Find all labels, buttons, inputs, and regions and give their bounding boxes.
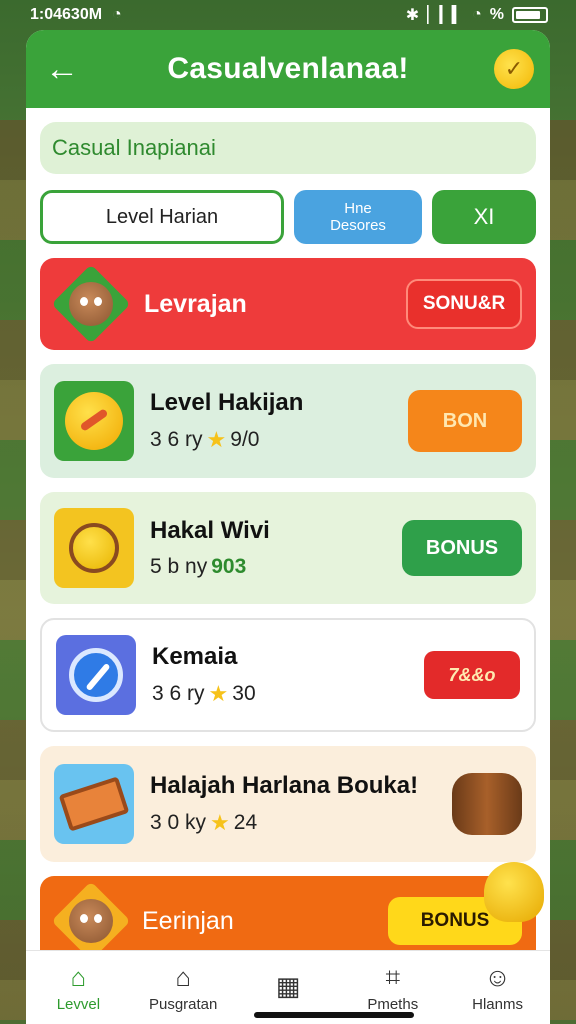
row-sub-prefix: 3 6 ry: [150, 428, 203, 451]
person-icon: ☺: [484, 962, 511, 992]
avatar-icon: [51, 881, 131, 961]
row-title: Kemaia: [152, 643, 238, 670]
status-bar: 1:04630M ◔ ✱ ▏▎▍ ◔ %: [0, 0, 576, 30]
row-subtitle: 3 6 ry ★ 30: [152, 681, 424, 707]
back-arrow-icon[interactable]: ←: [42, 50, 82, 89]
subtitle-banner: Casual Inapianai: [40, 122, 536, 174]
bluetooth-icon: ✱: [405, 7, 420, 24]
home-indicator[interactable]: [254, 1012, 414, 1018]
row-sub-value: 903: [211, 555, 247, 578]
row-title: Level Hakijan: [150, 389, 304, 416]
tab-desores-line2: Desores: [330, 217, 386, 234]
row-sub-value: 24: [233, 811, 258, 834]
row-title: Hakal Wivi: [150, 517, 270, 544]
content-area: Casual Inapianai Level Harian Hne Desore…: [26, 108, 550, 996]
list-item-halajah[interactable]: Halajah Harlana Bouka! 3 0 ky ★ 24: [40, 746, 536, 862]
list-item-level-hakijan[interactable]: Level Hakijan 3 6 ry ★ 9/0 BON: [40, 364, 536, 478]
signboard-icon: [54, 764, 134, 844]
battery-icon: [512, 7, 548, 23]
app-header: ← Casualvenlanaa! ✓: [26, 30, 550, 108]
app-title: Casualvenlanaa!: [167, 52, 409, 85]
row-subtitle: 3 0 ky ★ 24: [150, 810, 452, 836]
sonur-button[interactable]: SONU&R: [406, 279, 522, 329]
home-icon: ⌂: [70, 962, 87, 992]
nav-item-pusgratan[interactable]: ⌂ Pusgratan: [133, 962, 233, 1013]
nav-label: Hlanms: [472, 996, 523, 1013]
star-icon: ★: [210, 810, 230, 835]
star-icon: ★: [206, 427, 227, 452]
nav-item-calendar[interactable]: ▦: [238, 971, 338, 1005]
list-item-hakal-wivi[interactable]: Hakal Wivi 5 b ny 903 BONUS: [40, 492, 536, 604]
signal-icon: ▏▎▍: [427, 7, 465, 24]
house-icon: ⌂: [175, 962, 192, 992]
nav-label: Pmeths: [367, 996, 419, 1013]
row-subtitle: 3 6 ry ★ 9/0: [150, 427, 408, 453]
wifi-status-icon: ◔: [472, 6, 482, 23]
row-sub-prefix: 5 b ny: [150, 555, 208, 578]
avatar-icon: [51, 264, 131, 344]
helmet-icon: [484, 862, 544, 922]
row-sub-prefix: 3 0 ky: [150, 811, 207, 834]
list-item-levrajan[interactable]: Levrajan SONU&R: [40, 258, 536, 350]
calendar-icon: ▦: [275, 970, 301, 1001]
row-label: Eerinjan: [142, 906, 234, 935]
nav-item-levvel[interactable]: ⌂ Levvel: [28, 962, 128, 1013]
tab-row: Level Harian Hne Desores XI: [40, 190, 536, 244]
tab-desores-line1: Hne: [344, 200, 372, 217]
app-screen: ← Casualvenlanaa! ✓ Casual Inapianai Lev…: [26, 30, 550, 1024]
wifi-icon: ◔: [112, 6, 122, 23]
status-time: 1:04630M: [30, 6, 103, 23]
battery-percent: %: [489, 6, 504, 23]
coin-icon[interactable]: ✓: [494, 49, 534, 89]
nav-item-pmeths[interactable]: ⌗ Pmeths: [343, 962, 443, 1013]
bottom-nav: ⌂ Levvel ⌂ Pusgratan ▦ ⌗ Pmeths ☺ Hlanms: [26, 950, 550, 1024]
row-sub-value: 9/0: [230, 428, 260, 451]
fruit-icon: [54, 381, 134, 461]
price-tag-button[interactable]: 7&&o: [424, 651, 520, 699]
row-sub-prefix: 3 6 ry: [152, 682, 205, 705]
nav-item-hlanms[interactable]: ☺ Hlanms: [448, 962, 548, 1013]
row-label: Levrajan: [144, 289, 247, 318]
tab-xi[interactable]: XI: [432, 190, 536, 244]
tab-level-harian[interactable]: Level Harian: [40, 190, 284, 244]
row-subtitle: 5 b ny 903: [150, 555, 402, 579]
nav-label: Levvel: [56, 996, 101, 1013]
compass-icon: [56, 635, 136, 715]
bon-button[interactable]: BON: [408, 390, 522, 452]
row-title: Halajah Harlana Bouka!: [150, 772, 419, 799]
star-icon: ★: [208, 681, 229, 706]
barrel-icon[interactable]: [452, 773, 522, 835]
tab-desores[interactable]: Hne Desores: [294, 190, 422, 244]
sun-icon: [54, 508, 134, 588]
row-sub-value: 30: [232, 682, 256, 705]
list-item-kemaia[interactable]: Kemaia 3 6 ry ★ 30 7&&o: [40, 618, 536, 732]
bonus-button[interactable]: BONUS: [402, 520, 522, 576]
cart-icon: ⌗: [385, 962, 401, 992]
nav-label: Pusgratan: [148, 996, 218, 1013]
